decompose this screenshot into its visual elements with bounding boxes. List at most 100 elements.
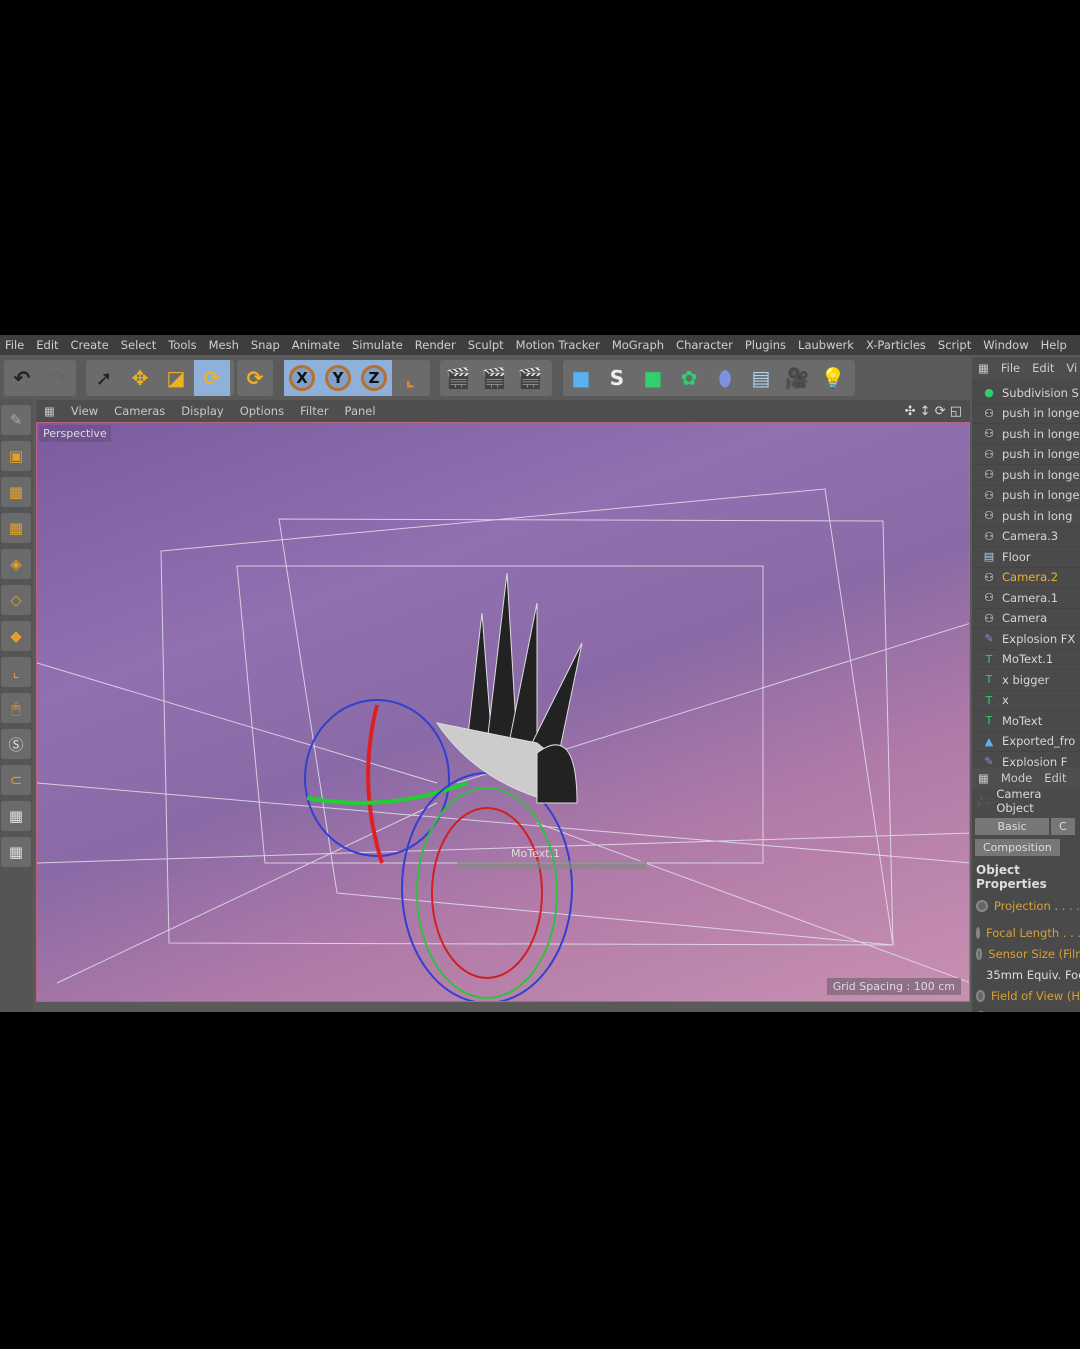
viewport-menu-cameras[interactable]: Cameras (106, 404, 173, 418)
menu-mograph[interactable]: MoGraph (607, 338, 671, 352)
object-list-item[interactable]: ✎ Explosion FX (972, 629, 1080, 650)
y-axis-icon[interactable]: Y (320, 360, 356, 396)
om-menu-view[interactable]: Vi (1066, 361, 1077, 375)
make-editable-icon[interactable]: ✎ (1, 405, 31, 435)
object-list-item[interactable]: ▤ Floor (972, 547, 1080, 568)
menu-render[interactable]: Render (410, 338, 463, 352)
menu-snap[interactable]: Snap (246, 338, 287, 352)
lock-workplane-icon[interactable]: ▦ (1, 801, 31, 831)
grid-menu-icon[interactable]: ▦ (36, 404, 63, 418)
render-settings-icon[interactable]: 🎬 (512, 360, 548, 396)
am-menu-edit[interactable]: Edit (1044, 771, 1066, 785)
menu-simulate[interactable]: Simulate (347, 338, 410, 352)
recent-tool-icon[interactable]: ⟳ (237, 360, 273, 396)
object-list-item[interactable]: ⚇ push in longe (972, 404, 1080, 424)
menu-x-particles[interactable]: X-Particles (861, 338, 933, 352)
render-picture-viewer-icon[interactable]: 🎬 (476, 360, 512, 396)
floor-icon[interactable]: ▤ (743, 360, 779, 396)
tab-composition[interactable]: Composition (975, 839, 1060, 856)
om-menu-edit[interactable]: Edit (1032, 361, 1054, 375)
menu-character[interactable]: Character (671, 338, 740, 352)
object-list-item[interactable]: ⚇ push in longe (972, 424, 1080, 445)
camera-icon[interactable]: 🎥 (779, 360, 815, 396)
object-list-item[interactable]: ⚇ push in long (972, 506, 1080, 527)
grid-menu-icon[interactable]: ▦ (978, 361, 989, 375)
menu-plugins[interactable]: Plugins (740, 338, 793, 352)
object-list-item[interactable]: T MoText.1 (972, 650, 1080, 670)
undo-icon[interactable]: ↶ (4, 360, 40, 396)
axis-mode-icon[interactable]: ⌞ (1, 657, 31, 687)
menu-motion-tracker[interactable]: Motion Tracker (511, 338, 607, 352)
animate-radio-icon[interactable] (976, 899, 988, 912)
object-list-item[interactable]: ⚇ push in longe (972, 465, 1080, 486)
menu-sculpt[interactable]: Sculpt (463, 338, 511, 352)
object-list-item[interactable]: ⚇ Camera (972, 609, 1080, 629)
property-row[interactable]: Sensor Size (Filr (972, 943, 1080, 964)
menu-edit[interactable]: Edit (31, 338, 65, 352)
move-icon[interactable]: ✥ (122, 360, 158, 396)
object-list-item[interactable]: Tx bigger (972, 670, 1080, 691)
animate-radio-icon[interactable] (976, 1010, 986, 1012)
menu-mesh[interactable]: Mesh (204, 338, 246, 352)
model-mode-icon[interactable]: ▣ (1, 441, 31, 471)
om-menu-file[interactable]: File (1001, 361, 1020, 375)
object-list-item[interactable]: ⚇ Camera.3 (972, 527, 1080, 547)
magnet-icon[interactable]: ⊂ (1, 765, 31, 795)
viewport-menu-view[interactable]: View (63, 404, 106, 418)
scale-icon[interactable]: ◪ (158, 360, 194, 396)
menu-select[interactable]: Select (116, 338, 163, 352)
menu-tools[interactable]: Tools (163, 338, 203, 352)
am-menu-mode[interactable]: Mode (1001, 771, 1032, 785)
menu-script[interactable]: Script (933, 338, 978, 352)
property-row[interactable]: Focal Length . . . (972, 922, 1080, 943)
rotate-icon[interactable]: ⟳ (194, 360, 230, 396)
object-list-item[interactable]: ▲ Exported_fro (972, 732, 1080, 752)
object-list-item[interactable]: T MoText (972, 711, 1080, 732)
viewport-menu-filter[interactable]: Filter (292, 404, 336, 418)
object-list-item[interactable]: ⚇ push in longe (972, 486, 1080, 506)
property-row[interactable]: Field of View (V (972, 1006, 1080, 1012)
tweak-mode-icon[interactable]: 🖱 (1, 693, 31, 723)
object-list-item[interactable]: Tx (972, 691, 1080, 711)
z-axis-icon[interactable]: Z (356, 360, 392, 396)
viewport-menu-display[interactable]: Display (173, 404, 231, 418)
coordinate-system-icon[interactable]: ⌞ (392, 360, 428, 396)
object-list-item[interactable]: ● Subdivision S (972, 383, 1080, 404)
snap-icon[interactable]: Ⓢ (1, 729, 31, 759)
redo-icon[interactable]: ↷ (40, 360, 76, 396)
edges-mode-icon[interactable]: ◇ (1, 585, 31, 615)
workplane-icon[interactable]: ▦ (1, 513, 31, 543)
viewport-menu-options[interactable]: Options (232, 404, 292, 418)
menu-file[interactable]: File (0, 338, 31, 352)
render-view-icon[interactable]: 🎬 (440, 360, 476, 396)
animate-radio-icon[interactable] (976, 947, 983, 960)
light-icon[interactable]: 💡 (815, 360, 851, 396)
cube-icon[interactable]: ■ (563, 360, 599, 396)
viewport-menu-panel[interactable]: Panel (337, 404, 384, 418)
menu-window[interactable]: Window (978, 338, 1035, 352)
property-row[interactable]: 35mm Equiv. Foc (972, 964, 1080, 985)
animate-radio-icon[interactable] (976, 926, 980, 939)
points-mode-icon[interactable]: ◈ (1, 549, 31, 579)
object-list-item[interactable]: ✎ Explosion F (972, 752, 1080, 767)
grid-icon[interactable]: ▦ (1, 837, 31, 867)
menu-create[interactable]: Create (66, 338, 116, 352)
tab-coordinates[interactable]: C (1051, 818, 1075, 835)
cloner-icon[interactable]: ✿ (671, 360, 707, 396)
menu-help[interactable]: Help (1036, 338, 1074, 352)
subdivision-surface-icon[interactable]: ■ (635, 360, 671, 396)
animate-radio-icon[interactable] (976, 989, 985, 1002)
grid-menu-icon[interactable]: ▦ (978, 771, 989, 785)
deformer-icon[interactable]: ⬮ (707, 360, 743, 396)
menu-laubwerk[interactable]: Laubwerk (793, 338, 861, 352)
object-list-item[interactable]: ⚇ Camera.1 (972, 588, 1080, 609)
3d-viewport[interactable]: Perspective MoText.1 Grid Spacing : 100 … (36, 422, 970, 1002)
menu-animate[interactable]: Animate (287, 338, 347, 352)
x-axis-icon[interactable]: X (284, 360, 320, 396)
object-list-item[interactable]: ⚇ Camera.2 (972, 568, 1080, 588)
texture-mode-icon[interactable]: ▩ (1, 477, 31, 507)
spline-pen-icon[interactable]: S (599, 360, 635, 396)
live-select-icon[interactable]: ➚ (86, 360, 122, 396)
property-row[interactable]: Projection . . . . (972, 895, 1080, 916)
tab-basic[interactable]: Basic (975, 818, 1049, 835)
